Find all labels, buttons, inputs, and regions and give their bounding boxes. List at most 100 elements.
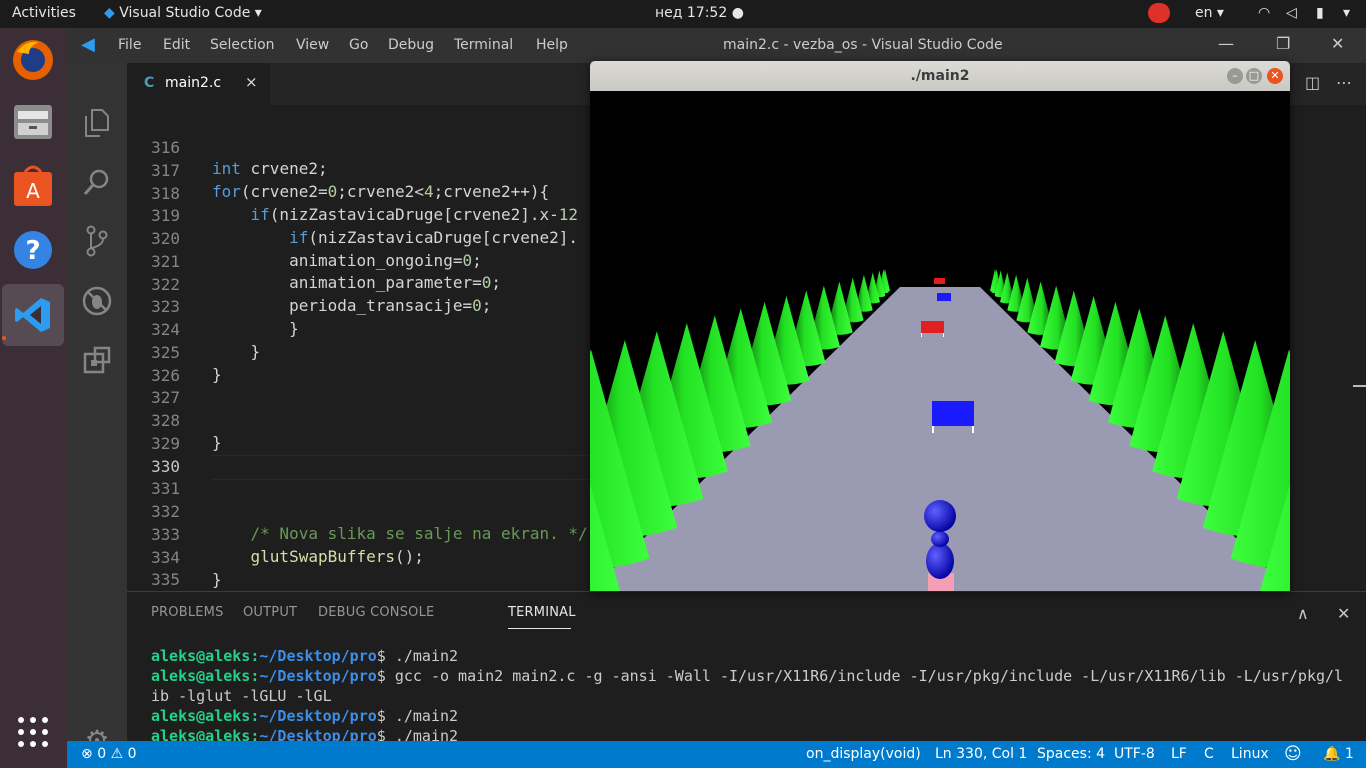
prompt-path: ~/Desktop/pro [259,647,377,665]
line-number: 318 [151,183,180,203]
prompt-path: ~/Desktop/pro [259,707,377,725]
language-indicator[interactable]: en ▾ [1195,5,1224,21]
indentation[interactable]: Spaces: 4 [1037,746,1105,762]
terminal-line: aleks@aleks:~/Desktop/pro$ ./main2 [151,647,458,665]
language-mode[interactable]: C [1204,746,1214,762]
system-menu-icon[interactable]: ▾ [1343,5,1350,21]
battery-icon[interactable]: ▮ [1316,5,1324,21]
help-icon[interactable]: ? [9,226,57,274]
menu-help[interactable]: Help [536,37,568,53]
activities-button[interactable]: Activities [12,5,76,21]
clock[interactable]: нед 17:52 ● [655,5,744,21]
svg-text:A: A [26,179,40,203]
tab-output[interactable]: OUTPUT [243,605,297,620]
split-editor-icon[interactable]: ◫ [1305,73,1320,92]
tab-problems[interactable]: PROBLEMS [151,605,224,620]
line-number: 329 [151,433,180,453]
search-icon[interactable] [79,164,115,200]
tab-debug-console[interactable]: DEBUG CONSOLE [318,605,434,620]
notification-count: 1 [1344,746,1354,762]
feedback-smiley-icon[interactable]: ☺ [1284,744,1302,764]
vscode-icon[interactable] [2,284,64,346]
window-title: main2.c - vezba_os - Visual Studio Code [723,37,1003,53]
menu-view[interactable]: View [296,37,329,53]
show-apps-icon[interactable] [9,708,57,756]
gl-window-titlebar[interactable]: ./main2 – □ ✕ [590,61,1290,91]
line-number: 323 [151,297,180,317]
files-icon[interactable] [9,98,57,146]
os-indicator[interactable]: Linux [1231,746,1269,762]
dock: A ? [0,28,67,768]
app-menu-label: Visual Studio Code ▾ [119,5,262,21]
extensions-icon[interactable] [79,342,115,378]
menu-file[interactable]: File [118,37,141,53]
line-number: 330 [151,456,180,476]
line-ending[interactable]: LF [1171,746,1187,762]
vscode-logo-icon: ◀ [81,34,95,55]
problems-indicator[interactable]: ⊗ 0 ⚠ 0 [81,746,137,762]
explorer-icon[interactable] [79,105,115,141]
game-canvas[interactable] [590,91,1290,591]
prompt-user: aleks@aleks: [151,647,260,665]
code-line-319: if(nizZastavicaDruge[crvene2].x-12 [250,205,579,224]
gl-minimize-button[interactable]: – [1227,68,1243,84]
prompt-user: aleks@aleks: [151,707,260,725]
opengl-window[interactable]: ./main2 – □ ✕ [590,61,1290,591]
menu-debug[interactable]: Debug [388,37,434,53]
flag-red-far [934,278,945,284]
line-number: 335 [151,570,180,590]
menu-terminal[interactable]: Terminal [454,37,513,53]
status-bar: ⊗ 0 ⚠ 0 on_display(void) Ln 330, Col 1 S… [67,741,1366,768]
do-not-disturb-icon[interactable] [1148,3,1170,23]
game-scene [590,269,1290,591]
more-actions-icon[interactable]: ⋯ [1336,73,1352,92]
encoding[interactable]: UTF-8 [1114,746,1155,762]
terminal-command: $ ./main2 [376,707,459,725]
tab-terminal[interactable]: TERMINAL [508,605,576,620]
editor-scrollbar[interactable] [1353,385,1366,387]
firefox-icon[interactable] [9,36,57,84]
code-line-317: int crvene2; [212,159,328,178]
current-function[interactable]: on_display(void) [806,746,921,762]
code-line-318: for(crvene2=0;crvene2<4;crvene2++){ [212,182,550,201]
menu-go[interactable]: Go [349,37,368,53]
line-number: 328 [151,411,180,430]
notifications[interactable]: 🔔 1 [1323,746,1354,762]
minimize-button[interactable]: — [1218,34,1234,53]
line-number: 327 [151,388,180,408]
software-center-icon[interactable]: A [9,162,57,210]
code-line-335: } [212,570,222,589]
wifi-icon[interactable]: ◠ [1258,5,1270,21]
line-number: 324 [151,320,180,339]
restore-button[interactable]: ❐ [1276,34,1290,53]
active-tab-underline [508,628,571,629]
tab-main2-c[interactable]: C main2.c × [127,63,270,105]
warning-count: 0 [127,746,137,762]
terminal-line: ib -lglut -lGLU -lGL [151,687,332,705]
error-count: 0 [97,746,107,762]
close-button[interactable]: ✕ [1331,34,1344,53]
gl-close-button[interactable]: ✕ [1267,68,1283,84]
cursor-position[interactable]: Ln 330, Col 1 [935,746,1027,762]
gl-maximize-button[interactable]: □ [1246,68,1262,84]
code-line-333: /* Nova slika se salje na ekran. */ [250,524,588,543]
tab-close-icon[interactable]: × [245,73,258,91]
close-panel-icon[interactable]: ✕ [1337,604,1350,623]
line-number: 321 [151,251,180,271]
menu-edit[interactable]: Edit [163,37,190,53]
app-menu[interactable]: ◆ Visual Studio Code ▾ [104,5,262,21]
menu-selection[interactable]: Selection [210,37,275,53]
volume-icon[interactable]: ◁ [1286,5,1297,21]
terminal-command: $ gcc -o main2 main2.c -g -ansi -Wall -I… [376,667,1344,685]
bell-icon: 🔔 [1323,746,1341,762]
debug-icon[interactable] [79,283,115,319]
terminal-command: $ ./main2 [376,647,459,665]
line-number: 333 [151,524,180,544]
source-control-icon[interactable] [79,223,115,259]
maximize-panel-icon[interactable]: ∧ [1297,604,1309,623]
running-indicator [2,336,6,340]
code-line-326: } [212,365,222,384]
tab-label: main2.c [165,75,222,91]
code-line-320: if(nizZastavicaDruge[crvene2]. [289,228,579,247]
minimap[interactable] [1287,105,1366,591]
